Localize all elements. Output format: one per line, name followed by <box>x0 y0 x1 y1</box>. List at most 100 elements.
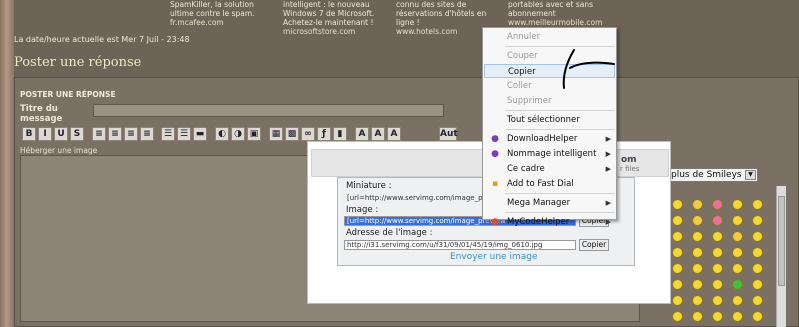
smiley-icon[interactable] <box>692 199 703 210</box>
handwritten-arrow <box>562 49 615 89</box>
smiley-icon[interactable] <box>672 311 683 322</box>
date-line: La date/heure actuelle est Mer 7 Juil - … <box>14 35 190 44</box>
ad-url[interactable]: www.meilleurmobile.com <box>508 18 608 27</box>
smiley-icon[interactable] <box>672 247 683 258</box>
toolbar-button-0[interactable]: B <box>22 127 36 141</box>
ad-text: intelligent : le nouveau Windows 7 de Mi… <box>283 0 375 27</box>
toolbar-button-19[interactable]: A <box>355 127 369 141</box>
menu-item-mega-manager[interactable]: Mega Manager ▶ <box>484 196 615 210</box>
toolbar-button-5[interactable]: ≡ <box>108 127 122 141</box>
smiley-icon[interactable] <box>712 215 723 226</box>
smiley-icon[interactable] <box>672 263 683 274</box>
toolbar-button-1[interactable]: I <box>38 127 52 141</box>
smiley-icon[interactable] <box>672 199 683 210</box>
menu-item-add-to-fast-dial[interactable]: ▪ Add to Fast Dial <box>484 177 615 191</box>
toolbar-button-18[interactable]: ▮ <box>333 127 347 141</box>
menu-item-annuler[interactable]: Annuler <box>484 30 615 44</box>
menu-item-ce-cadre[interactable]: Ce cadre ▶ <box>484 162 615 176</box>
toolbar-button-13[interactable]: ▣ <box>247 127 261 141</box>
ad-url[interactable]: microsoftstore.com <box>283 27 383 36</box>
smiley-icon[interactable] <box>672 279 683 290</box>
smiley-icon[interactable] <box>692 247 703 258</box>
toolbar-button-21[interactable]: A <box>387 127 401 141</box>
smiley-icon[interactable] <box>712 231 723 242</box>
mycodehelper-icon: ● <box>491 217 499 227</box>
menu-item-nommage-intelligent[interactable]: ● Nommage intelligent ▶ <box>484 147 615 161</box>
smiley-icon[interactable] <box>732 279 743 290</box>
menu-item-supprimer[interactable]: Supprimer <box>484 94 615 108</box>
menu-item-mycodehelper[interactable]: ● MyCodeHelper ▶ <box>484 215 615 229</box>
ad-microsoft[interactable]: intelligent : le nouveau Windows 7 de Mi… <box>283 0 383 36</box>
toolbar-button-7[interactable]: ≡ <box>140 127 154 141</box>
smileys-select[interactable]: plus de Smileys ▼ <box>667 168 758 182</box>
smiley-icon[interactable] <box>752 311 763 322</box>
smiley-icon[interactable] <box>672 215 683 226</box>
smiley-icon[interactable] <box>712 279 723 290</box>
menu-item-downloadhelper[interactable]: ● DownloadHelper ▶ <box>484 132 615 146</box>
smiley-icon[interactable] <box>732 231 743 242</box>
menu-item-label: MyCodeHelper <box>507 217 570 227</box>
smiley-icon[interactable] <box>732 215 743 226</box>
smiley-icon[interactable] <box>712 199 723 210</box>
copy-address-button[interactable]: Copier <box>579 239 609 251</box>
ad-mobile[interactable]: portables avec et sans abonnement www.me… <box>508 0 608 27</box>
chevron-down-icon[interactable]: ▼ <box>745 170 756 180</box>
menu-item-tout-s-lectionner[interactable]: Tout sélectionner <box>484 113 615 127</box>
smiley-icon[interactable] <box>712 295 723 306</box>
smiley-scrollbar[interactable] <box>776 186 786 327</box>
menu-separator <box>505 129 615 130</box>
smiley-icon[interactable] <box>692 231 703 242</box>
smiley-icon[interactable] <box>692 215 703 226</box>
smiley-icon[interactable] <box>712 263 723 274</box>
toolbar-button-9[interactable]: ☰ <box>177 127 191 141</box>
smiley-icon[interactable] <box>712 247 723 258</box>
miniature-field[interactable]: [url=http://www.servimg.com/image_previ <box>344 193 486 203</box>
title-input[interactable] <box>93 104 444 117</box>
smiley-icon[interactable] <box>752 199 763 210</box>
submenu-arrow-icon: ▶ <box>605 135 611 143</box>
toolbar-button-6[interactable]: ≡ <box>124 127 138 141</box>
smiley-icon[interactable] <box>692 263 703 274</box>
toolbar-button-4[interactable]: ≡ <box>92 127 106 141</box>
smiley-icon[interactable] <box>752 279 763 290</box>
toolbar-button-14[interactable]: ▦ <box>269 127 283 141</box>
toolbar-button-12[interactable]: ◑ <box>231 127 245 141</box>
toolbar-button-20[interactable]: A <box>371 127 385 141</box>
toolbar-button-15[interactable]: ▩ <box>285 127 299 141</box>
menu-separator <box>505 110 615 111</box>
toolbar-button-16[interactable]: ∞ <box>301 127 315 141</box>
smiley-icon[interactable] <box>712 311 723 322</box>
smiley-icon[interactable] <box>732 263 743 274</box>
smiley-icon[interactable] <box>672 231 683 242</box>
smiley-icon[interactable] <box>732 311 743 322</box>
ad-url[interactable]: www.hotels.com <box>396 27 496 36</box>
servimg-brand-sub: r files <box>620 165 640 173</box>
smiley-icon[interactable] <box>732 247 743 258</box>
smiley-icon[interactable] <box>692 279 703 290</box>
fastdial-icon: ▪ <box>491 179 499 189</box>
toolbar-button-3[interactable]: S <box>70 127 84 141</box>
toolbar-button-10[interactable]: ▬ <box>193 127 207 141</box>
host-image-label: Héberger une image <box>20 146 98 155</box>
smiley-icon[interactable] <box>752 215 763 226</box>
send-image-link[interactable]: Envoyer une image <box>450 252 538 262</box>
scrollbar-thumb[interactable] <box>778 196 785 286</box>
toolbar-button-11[interactable]: ◐ <box>215 127 229 141</box>
ad-mcafee[interactable]: SpamKiller, la solution ultime contre le… <box>170 0 270 27</box>
smiley-icon[interactable] <box>732 295 743 306</box>
smiley-icon[interactable] <box>692 311 703 322</box>
smiley-icon[interactable] <box>752 295 763 306</box>
smiley-icon[interactable] <box>672 295 683 306</box>
address-field[interactable]: http://i31.servimg.com/u/f31/09/01/45/19… <box>344 240 576 250</box>
ad-url[interactable]: fr.mcafee.com <box>170 18 270 27</box>
smiley-icon[interactable] <box>752 231 763 242</box>
smiley-icon[interactable] <box>752 263 763 274</box>
toolbar-button-2[interactable]: U <box>54 127 68 141</box>
toolbar-button-8[interactable]: ☰ <box>161 127 175 141</box>
toolbar-button-22[interactable]: Aut <box>439 127 458 141</box>
smiley-icon[interactable] <box>692 295 703 306</box>
smiley-icon[interactable] <box>752 247 763 258</box>
smiley-icon[interactable] <box>732 199 743 210</box>
toolbar-button-17[interactable]: ƒ <box>317 127 331 141</box>
ad-hotels[interactable]: connu des sites de réservations d'hôtels… <box>396 0 496 36</box>
